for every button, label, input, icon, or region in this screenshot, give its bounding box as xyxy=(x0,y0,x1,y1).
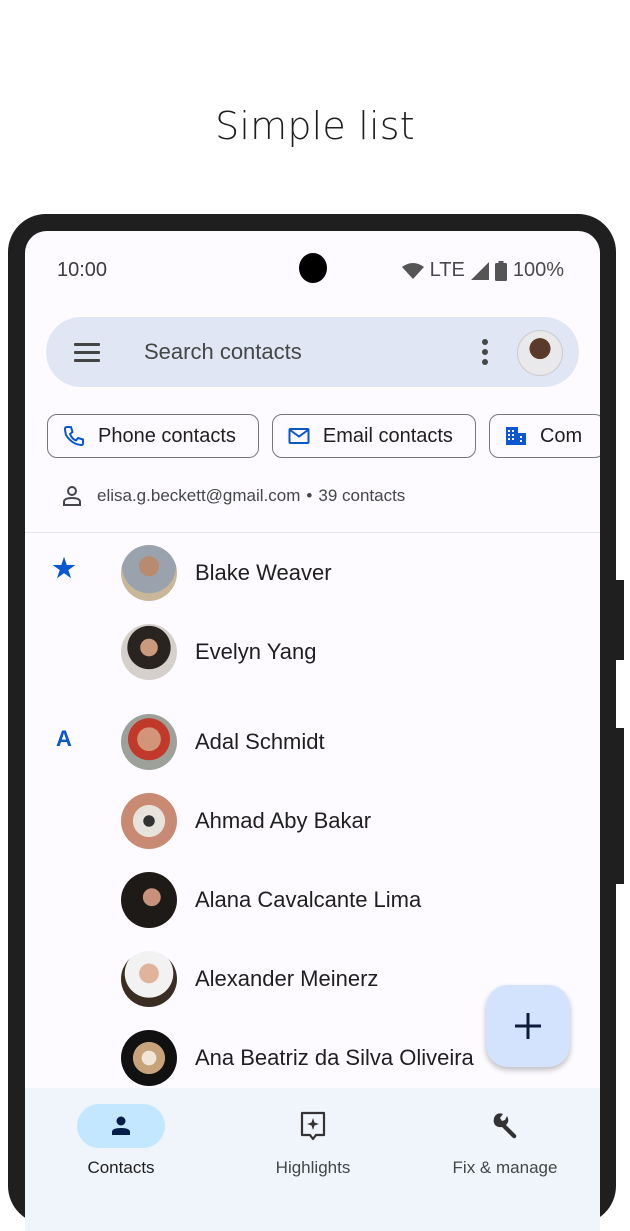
contact-name: Alexander Meinerz xyxy=(195,966,379,991)
avatar xyxy=(121,714,177,770)
contact-row[interactable]: Evelyn Yang xyxy=(25,612,600,691)
nav-fix-manage[interactable]: Fix & manage xyxy=(425,1104,585,1178)
starred-icon: ★ xyxy=(52,553,76,583)
camera-cutout xyxy=(299,253,327,283)
wifi-icon xyxy=(401,262,424,279)
bottom-navigation: Contacts Highlights Fix & manage xyxy=(25,1088,600,1231)
search-bar[interactable]: Search contacts xyxy=(46,317,579,387)
chip-label: Phone contacts xyxy=(98,424,236,447)
nav-label: Highlights xyxy=(275,1158,351,1177)
phone-side-button xyxy=(616,580,624,660)
search-input[interactable]: Search contacts xyxy=(144,339,302,365)
nav-label: Fix & manage xyxy=(452,1158,558,1177)
highlights-icon xyxy=(300,1111,326,1141)
more-vert-icon[interactable] xyxy=(482,339,488,365)
signal-icon xyxy=(470,261,489,280)
add-contact-button[interactable] xyxy=(486,985,570,1067)
contact-row[interactable]: Ahmad Aby Bakar xyxy=(25,781,600,860)
nav-active-indicator xyxy=(77,1104,165,1148)
avatar xyxy=(121,793,177,849)
account-avatar[interactable] xyxy=(517,330,563,376)
phone-screen: 10:00 LTE 100% Search contacts Phone con… xyxy=(25,231,600,1231)
chip-email-contacts[interactable]: Email contacts xyxy=(271,414,476,458)
mail-icon xyxy=(288,428,310,444)
page-title: Simple list xyxy=(215,104,415,148)
business-icon xyxy=(505,427,526,445)
contact-name: Evelyn Yang xyxy=(195,639,317,664)
avatar xyxy=(121,872,177,928)
separator: • xyxy=(306,486,313,505)
plus-icon xyxy=(515,1013,541,1039)
battery-icon xyxy=(494,260,507,281)
chip-company-contacts[interactable]: Com xyxy=(488,414,600,458)
account-info: elisa.g.beckett@gmail.com • 39 contacts xyxy=(61,485,405,507)
status-icons: LTE 100% xyxy=(401,259,564,282)
status-bar: 10:00 LTE 100% xyxy=(25,231,600,307)
contact-name: Alana Cavalcante Lima xyxy=(195,887,422,912)
contact-name: Ana Beatriz da Silva Oliveira xyxy=(195,1045,474,1070)
wrench-icon xyxy=(493,1113,517,1139)
chip-label: Email contacts xyxy=(322,424,453,447)
avatar xyxy=(121,545,177,601)
contact-row[interactable]: A Adal Schmidt xyxy=(25,702,600,781)
contact-row[interactable]: ★ Blake Weaver xyxy=(25,533,600,612)
phone-icon xyxy=(64,426,84,446)
phone-side-button xyxy=(616,728,624,884)
account-email: elisa.g.beckett@gmail.com xyxy=(97,486,301,505)
nav-contacts[interactable]: Contacts xyxy=(41,1104,201,1178)
contact-count: 39 contacts xyxy=(318,486,406,505)
menu-icon[interactable] xyxy=(74,343,100,362)
battery-level: 100% xyxy=(512,259,564,281)
avatar xyxy=(121,951,177,1007)
network-label: LTE xyxy=(429,259,465,281)
chip-label: Com xyxy=(539,424,583,447)
contact-name: Adal Schmidt xyxy=(195,729,325,754)
status-time: 10:00 xyxy=(57,259,108,281)
avatar xyxy=(121,624,177,680)
contact-name: Blake Weaver xyxy=(195,560,332,585)
contact-name: Ahmad Aby Bakar xyxy=(195,808,372,833)
contact-row[interactable]: Alana Cavalcante Lima xyxy=(25,860,600,939)
nav-label: Contacts xyxy=(87,1158,155,1177)
chip-phone-contacts[interactable]: Phone contacts xyxy=(47,414,259,458)
avatar xyxy=(121,1030,177,1086)
filter-chips: Phone contacts Email contacts Com xyxy=(47,414,600,458)
nav-highlights[interactable]: Highlights xyxy=(233,1104,393,1178)
person-outline-icon xyxy=(63,486,81,506)
section-header: A xyxy=(56,726,72,751)
person-icon xyxy=(112,1116,130,1135)
